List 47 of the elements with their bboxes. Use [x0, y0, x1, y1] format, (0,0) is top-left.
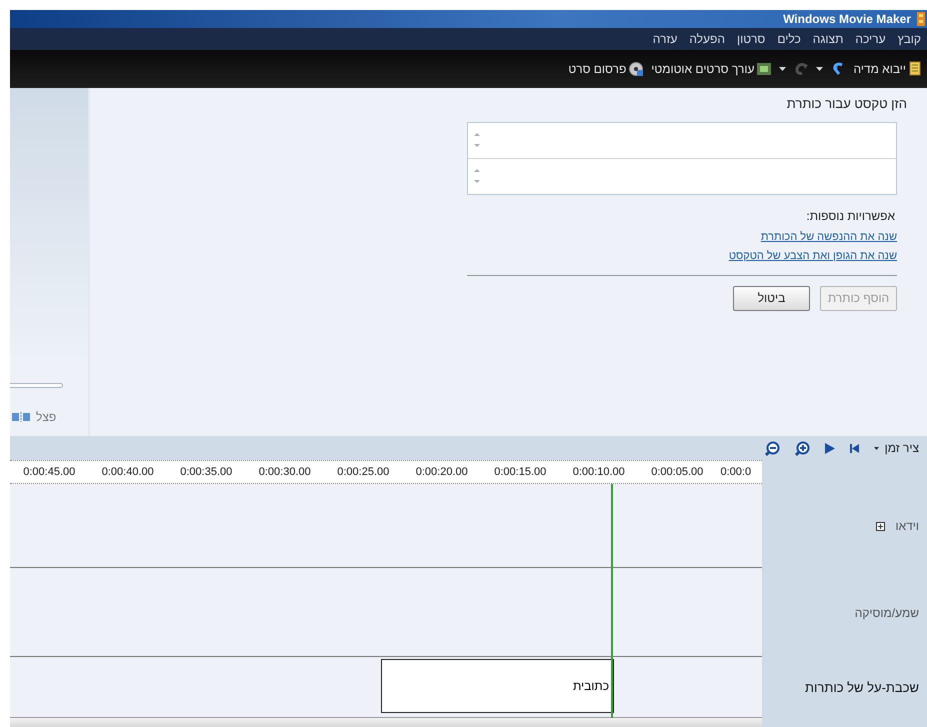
time-label: 0:00:45.00 — [22, 466, 76, 478]
cancel-button[interactable]: ביטול — [733, 286, 810, 311]
task-link[interactable]: שנה את הגופן ואת הצבע של הטקסט — [728, 250, 897, 269]
disc-icon — [629, 62, 644, 76]
expand-icon[interactable] — [876, 522, 886, 530]
menu-item[interactable]: סרטון — [736, 32, 766, 46]
time-label: 0:00:20.00 — [414, 466, 469, 478]
auto-movie-button[interactable]: עורך סרטים אוטומטי — [651, 62, 772, 76]
time-label: 0:00:40.00 — [100, 466, 155, 478]
menu-item[interactable]: עזרה — [652, 32, 678, 46]
time-label: 0:00:15.00 — [493, 466, 548, 478]
zoom-out-icon[interactable] — [764, 440, 780, 456]
window-title: Windows Movie Maker — [783, 12, 911, 26]
menu-item[interactable]: עריכה — [855, 32, 886, 46]
film-strip-icon — [757, 62, 772, 76]
options-label: אפשרויות נוספות: — [805, 208, 895, 225]
time-label: 0:00:25.00 — [336, 466, 390, 478]
time-label: 0:00:35.00 — [179, 466, 234, 478]
track-label[interactable]: שמע/מוסיקה — [854, 606, 919, 620]
document-icon — [909, 61, 921, 76]
track-label[interactable]: שכבת-על של כותרות — [805, 680, 919, 694]
time-label: 0:00:30.00 — [258, 466, 312, 478]
menu-item[interactable]: תצוגה — [812, 32, 844, 46]
task-heading: הזן טקסט עבור כותרת — [786, 96, 907, 113]
title-clip[interactable]: כתובית — [381, 659, 614, 713]
film-icon — [917, 12, 925, 26]
dropdown-arrow-icon[interactable] — [816, 66, 824, 71]
dropdown-arrow-icon[interactable] — [779, 66, 786, 71]
task-link[interactable]: שנה את ההנפשה של הכותרת — [760, 230, 897, 250]
import-media-button[interactable]: ייבוא מדיה — [853, 61, 921, 76]
menu-item[interactable]: קובץ — [898, 32, 921, 46]
zoom-in-icon[interactable] — [794, 440, 810, 456]
skip-back-icon[interactable] — [850, 444, 859, 452]
timeline-view-button[interactable]: ציר זמן — [874, 441, 919, 455]
horizontal-scrollbar[interactable] — [10, 717, 762, 727]
menu-item[interactable]: כלים — [777, 32, 801, 46]
split-button[interactable]: פצל — [10, 410, 56, 436]
menu-item[interactable]: הפעלה — [689, 32, 725, 46]
publish-movie-button[interactable]: פרסום סרט — [568, 62, 644, 76]
split-icon — [12, 412, 30, 422]
time-label: 0:00:05.00 — [650, 466, 704, 478]
track-label[interactable]: וידאו — [895, 519, 919, 533]
undo-button[interactable] — [831, 62, 846, 76]
dropdown-arrow-icon — [874, 446, 879, 450]
time-label: 0:00:0 — [720, 466, 752, 478]
time-label: 0:00:10.00 — [572, 466, 626, 478]
play-icon[interactable] — [824, 442, 835, 454]
